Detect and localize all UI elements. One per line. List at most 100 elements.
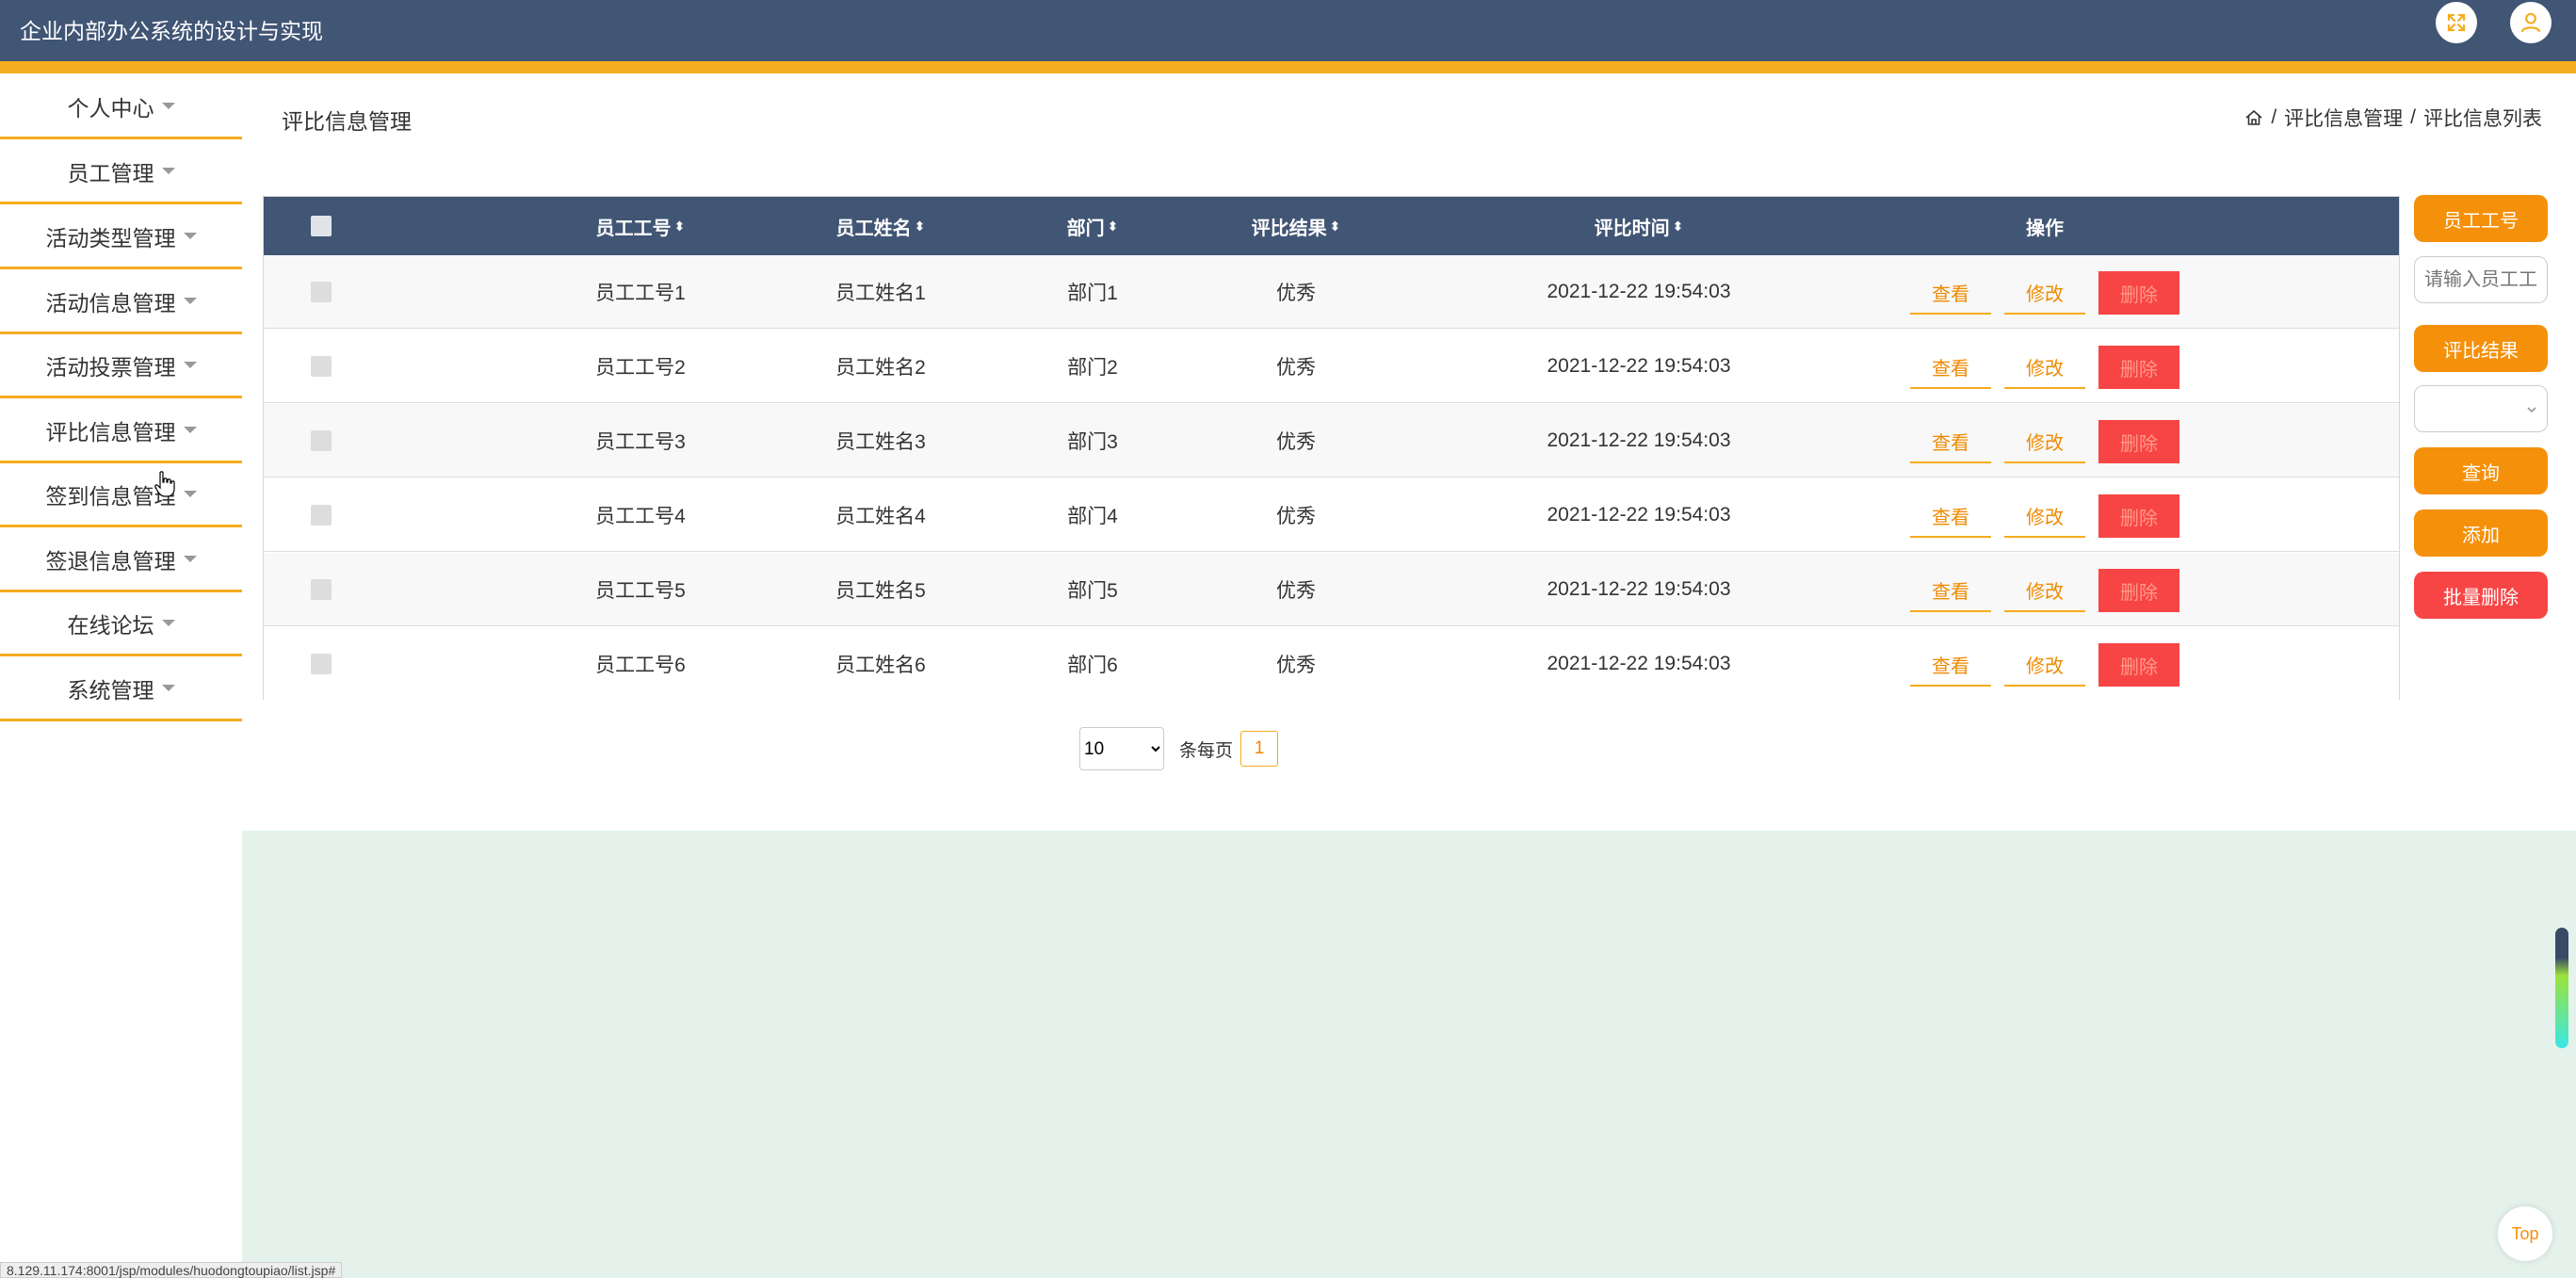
- cell-time: 2021-12-22 19:54:03: [1547, 429, 1731, 451]
- column-header-employee-name[interactable]: 员工姓名 ⬍: [763, 197, 998, 255]
- breadcrumb-separator: /: [2410, 106, 2416, 128]
- column-header-time[interactable]: 评比时间 ⬍: [1498, 197, 1780, 255]
- sidebar-item-employee[interactable]: 员工管理: [0, 140, 242, 204]
- cell-result: 优秀: [1276, 431, 1316, 453]
- top-navbar: 企业内部办公系统的设计与实现: [0, 0, 2576, 61]
- row-checkbox[interactable]: [311, 430, 332, 451]
- cell-employee-name: 员工姓名1: [835, 283, 926, 304]
- caret-down-icon: [161, 685, 175, 691]
- column-header-department[interactable]: 部门 ⬍: [998, 197, 1187, 255]
- sidebar-item-label: 签退信息管理: [45, 548, 176, 574]
- edit-button[interactable]: 修改: [2004, 271, 2085, 315]
- view-button[interactable]: 查看: [1910, 494, 1991, 538]
- breadcrumb-separator: /: [2271, 106, 2277, 128]
- page-title: 评比信息管理: [282, 109, 412, 134]
- scroll-indicator[interactable]: [2555, 928, 2568, 1048]
- cell-employee-name: 员工姓名4: [835, 506, 926, 527]
- delete-button[interactable]: 删除: [2098, 569, 2179, 612]
- view-button[interactable]: 查看: [1910, 420, 1991, 463]
- delete-button[interactable]: 删除: [2098, 643, 2179, 687]
- cell-employee-id: 员工工号2: [595, 357, 686, 379]
- cell-employee-id: 员工工号1: [595, 283, 686, 304]
- cell-result: 优秀: [1276, 506, 1316, 527]
- edit-button[interactable]: 修改: [2004, 643, 2085, 687]
- fullscreen-button[interactable]: [2436, 2, 2477, 43]
- user-icon: [2520, 12, 2541, 33]
- delete-button[interactable]: 删除: [2098, 346, 2179, 389]
- caret-down-icon: [161, 103, 175, 109]
- sidebar-item-checkin[interactable]: 签到信息管理: [0, 463, 242, 527]
- cell-employee-name: 员工姓名3: [835, 431, 926, 453]
- column-header-result[interactable]: 评比结果 ⬍: [1202, 197, 1390, 255]
- app-title: 企业内部办公系统的设计与实现: [20, 19, 323, 43]
- sidebar-item-label: 系统管理: [67, 677, 154, 703]
- back-to-top-button[interactable]: Top: [2498, 1206, 2552, 1261]
- row-checkbox[interactable]: [311, 505, 332, 526]
- row-checkbox[interactable]: [311, 282, 332, 302]
- add-button[interactable]: 添加: [2414, 510, 2548, 557]
- sort-icon: ⬍: [1107, 218, 1119, 234]
- result-label-button[interactable]: 评比结果: [2414, 325, 2548, 372]
- sidebar-item-label: 活动投票管理: [45, 354, 176, 380]
- user-button[interactable]: [2510, 2, 2552, 43]
- table-row: 员工工号2 员工姓名2 部门2 优秀 2021-12-22 19:54:03 查…: [264, 330, 2399, 403]
- edit-button[interactable]: 修改: [2004, 346, 2085, 389]
- employee-id-search-input[interactable]: [2414, 256, 2548, 303]
- accent-strip: [0, 61, 2576, 73]
- edit-button[interactable]: 修改: [2004, 420, 2085, 463]
- cell-result: 优秀: [1276, 655, 1316, 676]
- column-header-employee-id[interactable]: 员工工号 ⬍: [523, 197, 758, 255]
- caret-down-icon: [183, 491, 197, 497]
- cell-department: 部门4: [1067, 506, 1118, 527]
- breadcrumb-item[interactable]: 评比信息管理: [2284, 104, 2403, 132]
- breadcrumb: / 评比信息管理 / 评比信息列表: [2244, 104, 2542, 132]
- view-button[interactable]: 查看: [1910, 271, 1991, 315]
- sidebar-item-system[interactable]: 系统管理: [0, 657, 242, 721]
- employee-id-label-button[interactable]: 员工工号: [2414, 195, 2548, 242]
- sidebar-item-label: 活动信息管理: [45, 290, 176, 315]
- hand-cursor-icon: [154, 471, 175, 497]
- select-all-checkbox[interactable]: [311, 216, 332, 236]
- page-number-button[interactable]: 1: [1240, 731, 1279, 767]
- page-size-select[interactable]: 10: [1079, 727, 1164, 770]
- delete-button[interactable]: 删除: [2098, 420, 2179, 463]
- sidebar-item-checkout[interactable]: 签退信息管理: [0, 528, 242, 592]
- view-button[interactable]: 查看: [1910, 346, 1991, 389]
- cell-employee-name: 员工姓名5: [835, 580, 926, 602]
- cell-result: 优秀: [1276, 357, 1316, 379]
- delete-button[interactable]: 删除: [2098, 494, 2179, 538]
- result-select[interactable]: [2414, 385, 2548, 432]
- sidebar: 个人中心 员工管理 活动类型管理 活动信息管理 活动投票管理 评比信息管理 签到…: [0, 73, 242, 1278]
- home-icon[interactable]: [2244, 108, 2263, 127]
- row-checkbox[interactable]: [311, 654, 332, 674]
- caret-down-icon: [183, 556, 197, 562]
- cell-result: 优秀: [1276, 580, 1316, 602]
- cell-time: 2021-12-22 19:54:03: [1547, 281, 1731, 302]
- batch-delete-button[interactable]: 批量删除: [2414, 572, 2548, 619]
- table-row: 员工工号4 员工姓名4 部门4 优秀 2021-12-22 19:54:03 查…: [264, 478, 2399, 552]
- row-checkbox[interactable]: [311, 356, 332, 377]
- view-button[interactable]: 查看: [1910, 569, 1991, 612]
- cell-department: 部门6: [1067, 655, 1118, 676]
- sidebar-item-personal-center[interactable]: 个人中心: [0, 75, 242, 139]
- view-button[interactable]: 查看: [1910, 643, 1991, 687]
- sidebar-item-activity-info[interactable]: 活动信息管理: [0, 270, 242, 334]
- sidebar-item-label: 个人中心: [67, 95, 154, 121]
- table-row: 员工工号6 员工姓名6 部门6 优秀 2021-12-22 19:54:03 查…: [264, 627, 2399, 701]
- row-checkbox[interactable]: [311, 579, 332, 600]
- sidebar-item-activity-type[interactable]: 活动类型管理: [0, 205, 242, 269]
- sidebar-item-evaluation[interactable]: 评比信息管理: [0, 399, 242, 463]
- edit-button[interactable]: 修改: [2004, 494, 2085, 538]
- cell-result: 优秀: [1276, 283, 1316, 304]
- sidebar-item-forum[interactable]: 在线论坛: [0, 592, 242, 656]
- edit-button[interactable]: 修改: [2004, 569, 2085, 612]
- content-background: [242, 831, 2576, 1278]
- delete-button[interactable]: 删除: [2098, 271, 2179, 315]
- sidebar-item-activity-vote[interactable]: 活动投票管理: [0, 334, 242, 398]
- query-button[interactable]: 查询: [2414, 447, 2548, 494]
- sidebar-item-label: 在线论坛: [67, 612, 154, 638]
- table-row: 员工工号3 员工姓名3 部门3 优秀 2021-12-22 19:54:03 查…: [264, 404, 2399, 477]
- column-header-actions: 操作: [2026, 218, 2064, 239]
- sort-icon: ⬍: [914, 218, 926, 234]
- breadcrumb-item: 评比信息列表: [2423, 108, 2542, 130]
